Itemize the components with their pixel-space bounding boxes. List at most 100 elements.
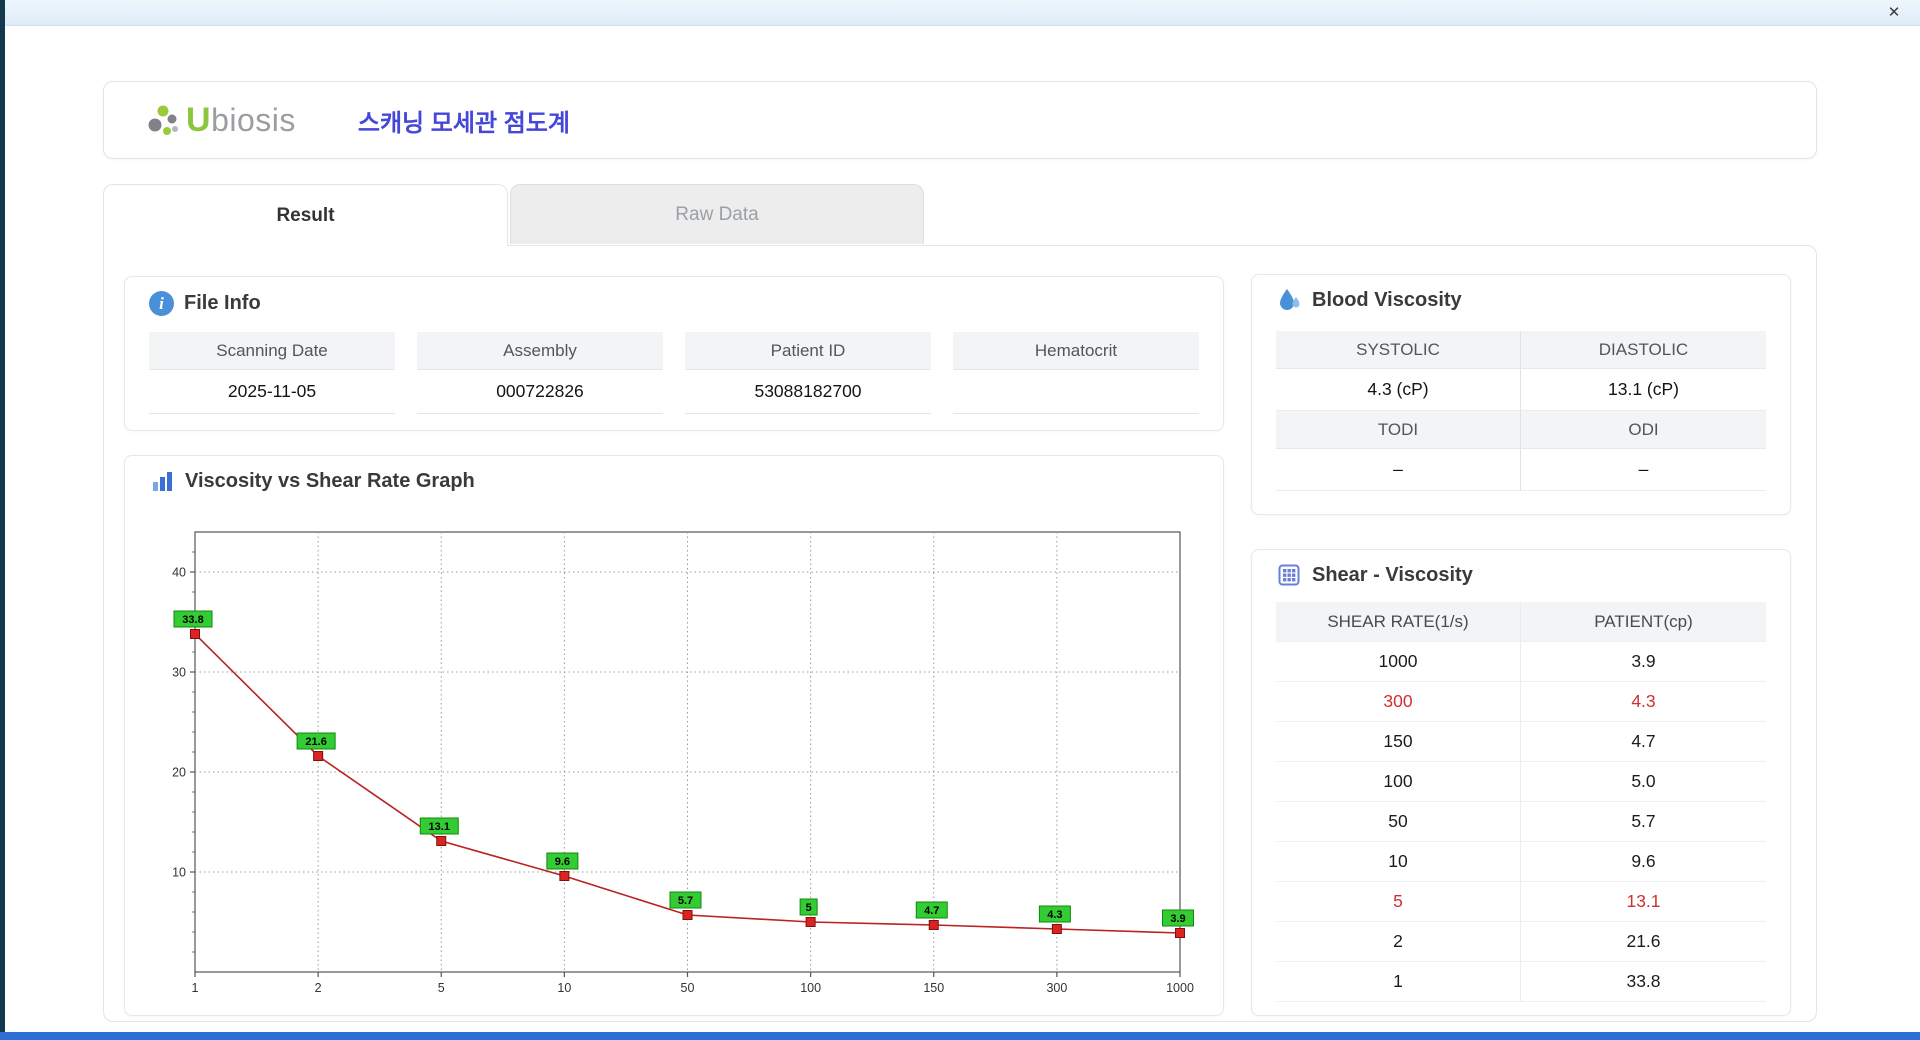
shear-table-row-100: 100 5.0 [1276, 762, 1766, 802]
field-value: 2025-11-05 [149, 370, 395, 414]
shear-viscosity-title: Shear - Viscosity [1312, 563, 1473, 586]
shear-table-row-10: 10 9.6 [1276, 842, 1766, 882]
patient-viscosity-cell: 4.7 [1521, 722, 1766, 762]
todi-label: TODI [1276, 411, 1521, 449]
shear-rate-cell: 10 [1276, 842, 1521, 882]
blood-viscosity-table: SYSTOLIC DIASTOLIC 4.3 (cP) 13.1 (cP) TO… [1276, 331, 1766, 491]
shear-table-row-300: 300 4.3 [1276, 682, 1766, 722]
file-info-field-0: Scanning Date 2025-11-05 [149, 332, 395, 414]
shear-rate-cell: 2 [1276, 922, 1521, 962]
patient-viscosity-cell: 33.8 [1521, 962, 1766, 1002]
svg-text:2: 2 [315, 981, 322, 995]
shear-rate-cell: 1 [1276, 962, 1521, 1002]
shear-table-header: SHEAR RATE(1/s) PATIENT(cp) [1276, 602, 1766, 642]
file-info-panel: i File Info Scanning Date 2025-11-05 Assem… [124, 276, 1224, 431]
svg-text:150: 150 [923, 981, 944, 995]
field-label: Hematocrit [953, 332, 1199, 370]
svg-text:30: 30 [172, 666, 186, 680]
svg-text:40: 40 [172, 566, 186, 580]
window-titlebar: ✕ [0, 0, 1920, 26]
svg-text:5: 5 [806, 902, 812, 914]
svg-text:9.6: 9.6 [555, 856, 570, 868]
shear-rate-cell: 5 [1276, 882, 1521, 922]
app-header: U biosis 스캐닝 모세관 점도계 [103, 81, 1817, 159]
shear-table-row-1: 1 33.8 [1276, 962, 1766, 1002]
close-icon[interactable]: ✕ [1884, 4, 1904, 22]
svg-text:1000: 1000 [1166, 981, 1194, 995]
svg-text:4.3: 4.3 [1047, 909, 1062, 921]
droplet-icon [1276, 287, 1302, 313]
field-label: Assembly [417, 332, 663, 370]
patient-viscosity-cell: 21.6 [1521, 922, 1766, 962]
window-bottom-edge [0, 1032, 1920, 1040]
ubiosis-logo: U biosis [146, 101, 296, 140]
field-label: Scanning Date [149, 332, 395, 370]
svg-text:4.7: 4.7 [924, 905, 939, 917]
field-value: 000722826 [417, 370, 663, 414]
diastolic-label: DIASTOLIC [1521, 331, 1766, 369]
svg-text:100: 100 [800, 981, 821, 995]
blood-viscosity-panel: Blood Viscosity SYSTOLIC DIASTOLIC 4.3 (… [1251, 274, 1791, 515]
svg-text:300: 300 [1046, 981, 1067, 995]
viscosity-chart: 1 2 5 10 50 100 150 300 1000 10 20 30 40 33.8 21.6 13.1… [172, 531, 1194, 995]
file-info-field-2: Patient ID 53088182700 [685, 332, 931, 414]
svg-text:13.1: 13.1 [429, 821, 450, 833]
diastolic-value: 13.1 (cP) [1521, 369, 1766, 411]
tab-bar: Result Raw Data [103, 184, 924, 246]
patient-viscosity-cell: 3.9 [1521, 642, 1766, 682]
shear-rate-cell: 150 [1276, 722, 1521, 762]
graph-title: Viscosity vs Shear Rate Graph [185, 469, 475, 492]
grid-table-icon [1276, 562, 1302, 588]
shear-viscosity-table: SHEAR RATE(1/s) PATIENT(cp) 1000 3.9 300 4.… [1276, 602, 1766, 1002]
shear-rate-cell: 100 [1276, 762, 1521, 802]
svg-text:33.8: 33.8 [182, 614, 203, 626]
svg-text:1: 1 [192, 981, 199, 995]
page-title: 스캐닝 모세관 점도계 [357, 109, 570, 137]
svg-text:10: 10 [557, 981, 571, 995]
systolic-value: 4.3 (cP) [1276, 369, 1521, 411]
patient-column-header: PATIENT(cp) [1521, 602, 1766, 642]
graph-panel: Viscosity vs Shear Rate Graph 1 2 5 10 50 100… [124, 455, 1224, 1016]
todi-value: – [1276, 449, 1521, 491]
file-info-field-3: Hematocrit [953, 332, 1199, 414]
logo-dots-icon [148, 105, 178, 135]
svg-text:50: 50 [681, 981, 695, 995]
svg-text:21.6: 21.6 [305, 736, 326, 748]
blood-viscosity-title: Blood Viscosity [1312, 288, 1462, 311]
shear-table-row-50: 50 5.7 [1276, 802, 1766, 842]
shear-table-row-1000: 1000 3.9 [1276, 642, 1766, 682]
shear-table-row-150: 150 4.7 [1276, 722, 1766, 762]
blood-viscosity-header: Blood Viscosity [1276, 287, 1766, 313]
shear-viscosity-panel: Shear - Viscosity SHEAR RATE(1/s) PATIEN… [1251, 549, 1791, 1016]
patient-viscosity-cell: 5.0 [1521, 762, 1766, 802]
shear-rate-column-header: SHEAR RATE(1/s) [1276, 602, 1521, 642]
bar-chart-icon [149, 468, 175, 494]
file-info-field-1: Assembly 000722826 [417, 332, 663, 414]
field-value [953, 370, 1199, 414]
patient-viscosity-cell: 9.6 [1521, 842, 1766, 882]
patient-viscosity-cell: 13.1 [1521, 882, 1766, 922]
shear-rate-cell: 300 [1276, 682, 1521, 722]
shear-table-row-5: 5 13.1 [1276, 882, 1766, 922]
svg-text:10: 10 [172, 866, 186, 880]
graph-header: Viscosity vs Shear Rate Graph [149, 468, 1199, 494]
field-value: 53088182700 [685, 370, 931, 414]
shear-table-row-2: 2 21.6 [1276, 922, 1766, 962]
patient-viscosity-cell: 4.3 [1521, 682, 1766, 722]
odi-value: – [1521, 449, 1766, 491]
odi-label: ODI [1521, 411, 1766, 449]
logo-text: biosis [211, 101, 296, 138]
shear-rate-cell: 50 [1276, 802, 1521, 842]
info-icon: i [149, 291, 174, 316]
systolic-label: SYSTOLIC [1276, 331, 1521, 369]
field-label: Patient ID [685, 332, 931, 370]
file-info-title: File Info [184, 292, 261, 314]
tab-result[interactable]: Result [103, 184, 508, 246]
svg-text:5.7: 5.7 [678, 895, 693, 907]
logo-text-u: U [186, 100, 212, 139]
shear-viscosity-header: Shear - Viscosity [1276, 562, 1766, 588]
tab-raw-data[interactable]: Raw Data [510, 184, 924, 244]
svg-text:5: 5 [438, 981, 445, 995]
file-info-fields: Scanning Date 2025-11-05 Assembly 000722826… [149, 332, 1199, 414]
svg-text:20: 20 [172, 766, 186, 780]
